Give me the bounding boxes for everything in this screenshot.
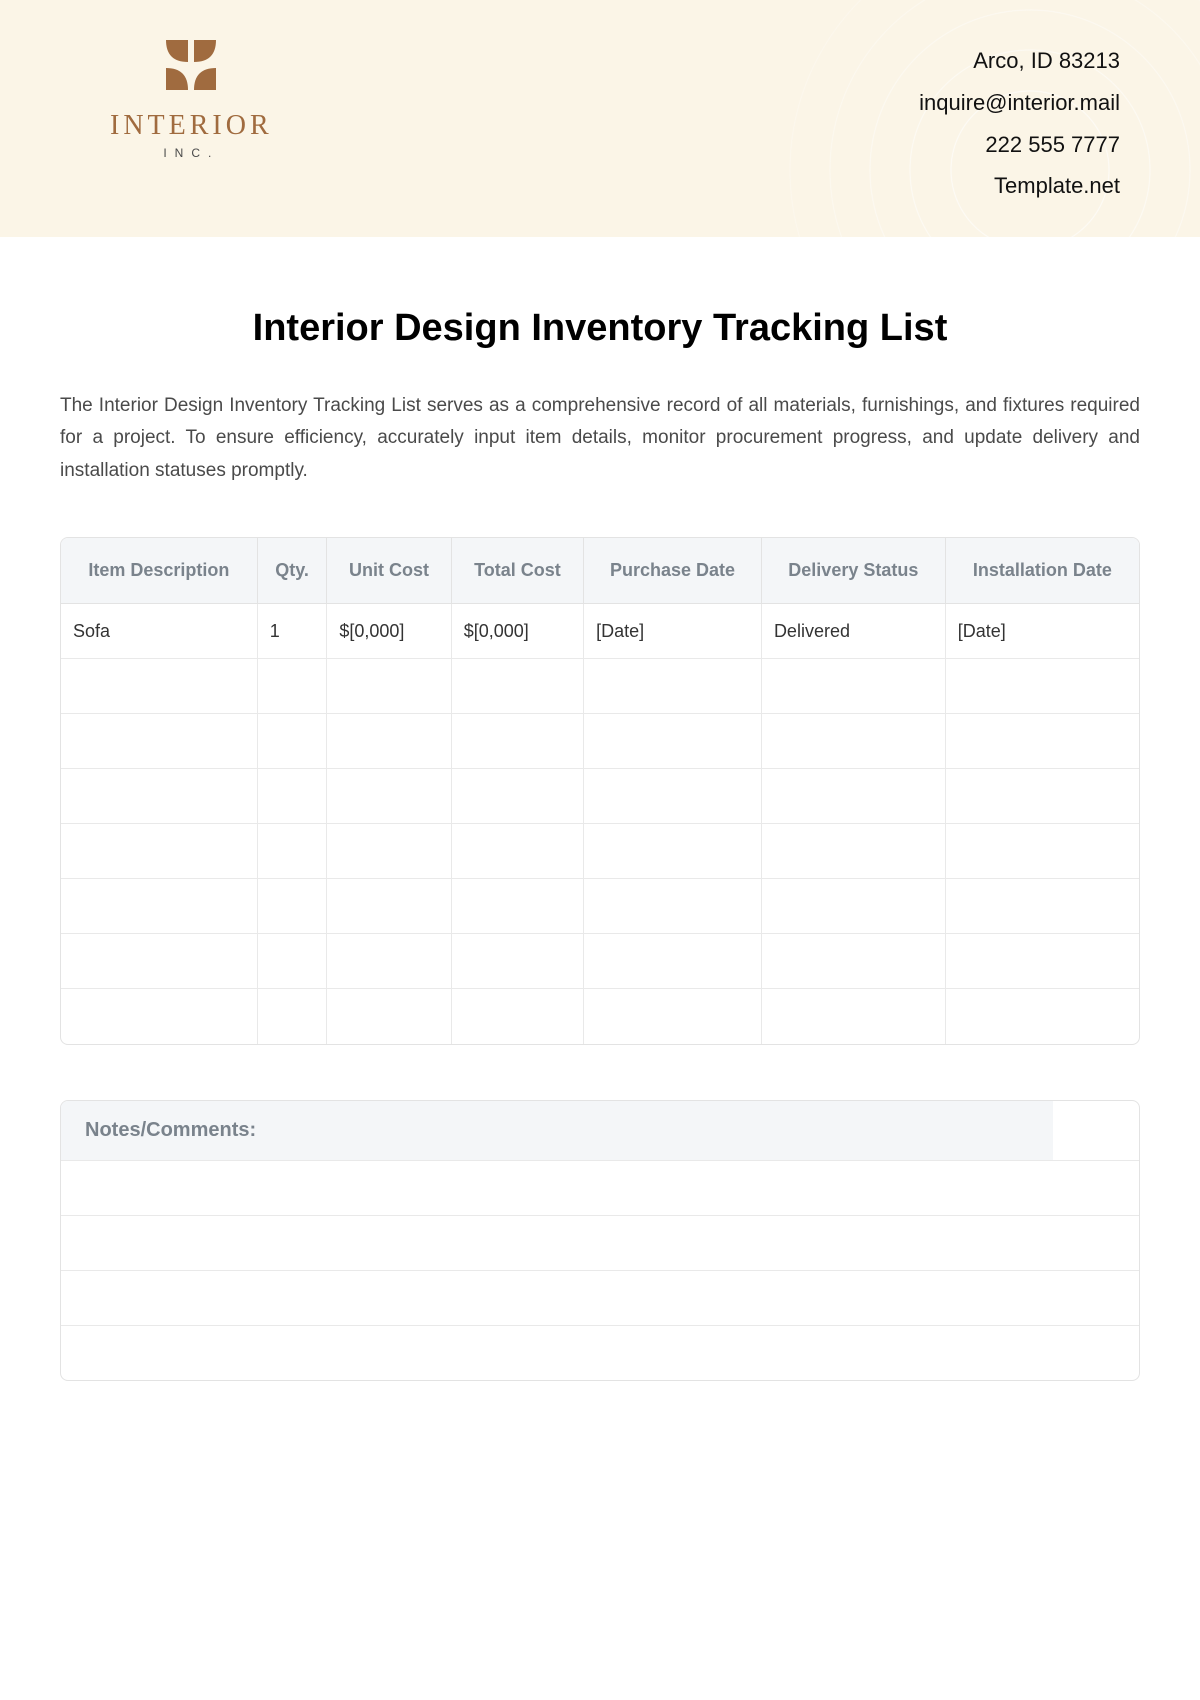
col-delivery-status: Delivery Status (762, 538, 946, 604)
cell-installation_date[interactable] (946, 934, 1139, 989)
cell-qty[interactable] (258, 769, 328, 824)
cell-total_cost[interactable] (452, 934, 584, 989)
notes-line[interactable] (61, 1215, 1139, 1270)
cell-unit_cost[interactable] (327, 989, 451, 1044)
col-unit-cost: Unit Cost (327, 538, 451, 604)
inventory-table: Item Description Qty. Unit Cost Total Co… (60, 537, 1140, 1045)
cell-item[interactable] (61, 989, 258, 1044)
cell-delivery_status[interactable] (762, 934, 946, 989)
main: Interior Design Inventory Tracking List … (0, 237, 1200, 1381)
table-header-row: Item Description Qty. Unit Cost Total Co… (61, 538, 1139, 604)
cell-unit_cost[interactable] (327, 659, 451, 714)
logo-icon (161, 40, 221, 100)
cell-qty[interactable] (258, 659, 328, 714)
logo-name: INTERIOR (110, 110, 273, 142)
cell-delivery_status[interactable] (762, 879, 946, 934)
notes-line[interactable] (61, 1160, 1139, 1215)
cell-installation_date[interactable] (946, 879, 1139, 934)
cell-delivery_status[interactable] (762, 659, 946, 714)
cell-qty[interactable] (258, 714, 328, 769)
cell-qty[interactable] (258, 824, 328, 879)
cell-unit_cost[interactable] (327, 934, 451, 989)
cell-item[interactable] (61, 769, 258, 824)
col-purchase-date: Purchase Date (584, 538, 762, 604)
cell-purchase_date[interactable]: [Date] (584, 604, 762, 659)
cell-purchase_date[interactable] (584, 879, 762, 934)
table-row (61, 824, 1139, 879)
notes-box: Notes/Comments: (60, 1100, 1140, 1381)
cell-purchase_date[interactable] (584, 714, 762, 769)
cell-total_cost[interactable] (452, 824, 584, 879)
cell-total_cost[interactable]: $[0,000] (452, 604, 584, 659)
cell-installation_date[interactable] (946, 714, 1139, 769)
cell-purchase_date[interactable] (584, 934, 762, 989)
col-item: Item Description (61, 538, 258, 604)
cell-installation_date[interactable] (946, 824, 1139, 879)
cell-total_cost[interactable] (452, 659, 584, 714)
table-row (61, 934, 1139, 989)
col-installation-date: Installation Date (946, 538, 1139, 604)
cell-delivery_status[interactable] (762, 769, 946, 824)
cell-total_cost[interactable] (452, 989, 584, 1044)
page-title: Interior Design Inventory Tracking List (60, 307, 1140, 350)
cell-item[interactable] (61, 659, 258, 714)
table-row (61, 659, 1139, 714)
contact-site: Template.net (919, 165, 1120, 207)
header: INTERIOR INC. Arco, ID 83213 inquire@int… (0, 0, 1200, 237)
cell-delivery_status[interactable] (762, 714, 946, 769)
cell-delivery_status[interactable] (762, 989, 946, 1044)
cell-unit_cost[interactable] (327, 714, 451, 769)
cell-item[interactable]: Sofa (61, 604, 258, 659)
contact-block: Arco, ID 83213 inquire@interior.mail 222… (919, 40, 1120, 207)
cell-qty[interactable] (258, 934, 328, 989)
cell-total_cost[interactable] (452, 879, 584, 934)
cell-total_cost[interactable] (452, 714, 584, 769)
table-row (61, 769, 1139, 824)
contact-email: inquire@interior.mail (919, 82, 1120, 124)
cell-delivery_status[interactable]: Delivered (762, 604, 946, 659)
col-total-cost: Total Cost (452, 538, 584, 604)
cell-qty[interactable]: 1 (258, 604, 328, 659)
cell-unit_cost[interactable] (327, 879, 451, 934)
cell-delivery_status[interactable] (762, 824, 946, 879)
cell-unit_cost[interactable]: $[0,000] (327, 604, 451, 659)
table-row (61, 989, 1139, 1044)
cell-purchase_date[interactable] (584, 659, 762, 714)
cell-qty[interactable] (258, 879, 328, 934)
cell-purchase_date[interactable] (584, 769, 762, 824)
logo-sub: INC. (163, 146, 219, 160)
logo: INTERIOR INC. (110, 40, 273, 160)
notes-label: Notes/Comments: (61, 1101, 1053, 1160)
col-qty: Qty. (258, 538, 328, 604)
table-row (61, 714, 1139, 769)
cell-installation_date[interactable] (946, 769, 1139, 824)
notes-line[interactable] (61, 1270, 1139, 1325)
cell-item[interactable] (61, 714, 258, 769)
contact-phone: 222 555 7777 (919, 124, 1120, 166)
intro-text: The Interior Design Inventory Tracking L… (60, 390, 1140, 487)
table-row: Sofa1$[0,000]$[0,000][Date]Delivered[Dat… (61, 604, 1139, 659)
cell-item[interactable] (61, 879, 258, 934)
cell-total_cost[interactable] (452, 769, 584, 824)
notes-line[interactable] (61, 1325, 1139, 1380)
contact-address: Arco, ID 83213 (919, 40, 1120, 82)
cell-qty[interactable] (258, 989, 328, 1044)
cell-installation_date[interactable] (946, 659, 1139, 714)
cell-installation_date[interactable]: [Date] (946, 604, 1139, 659)
table-row (61, 879, 1139, 934)
cell-purchase_date[interactable] (584, 989, 762, 1044)
cell-item[interactable] (61, 934, 258, 989)
cell-unit_cost[interactable] (327, 824, 451, 879)
cell-purchase_date[interactable] (584, 824, 762, 879)
cell-installation_date[interactable] (946, 989, 1139, 1044)
cell-unit_cost[interactable] (327, 769, 451, 824)
cell-item[interactable] (61, 824, 258, 879)
